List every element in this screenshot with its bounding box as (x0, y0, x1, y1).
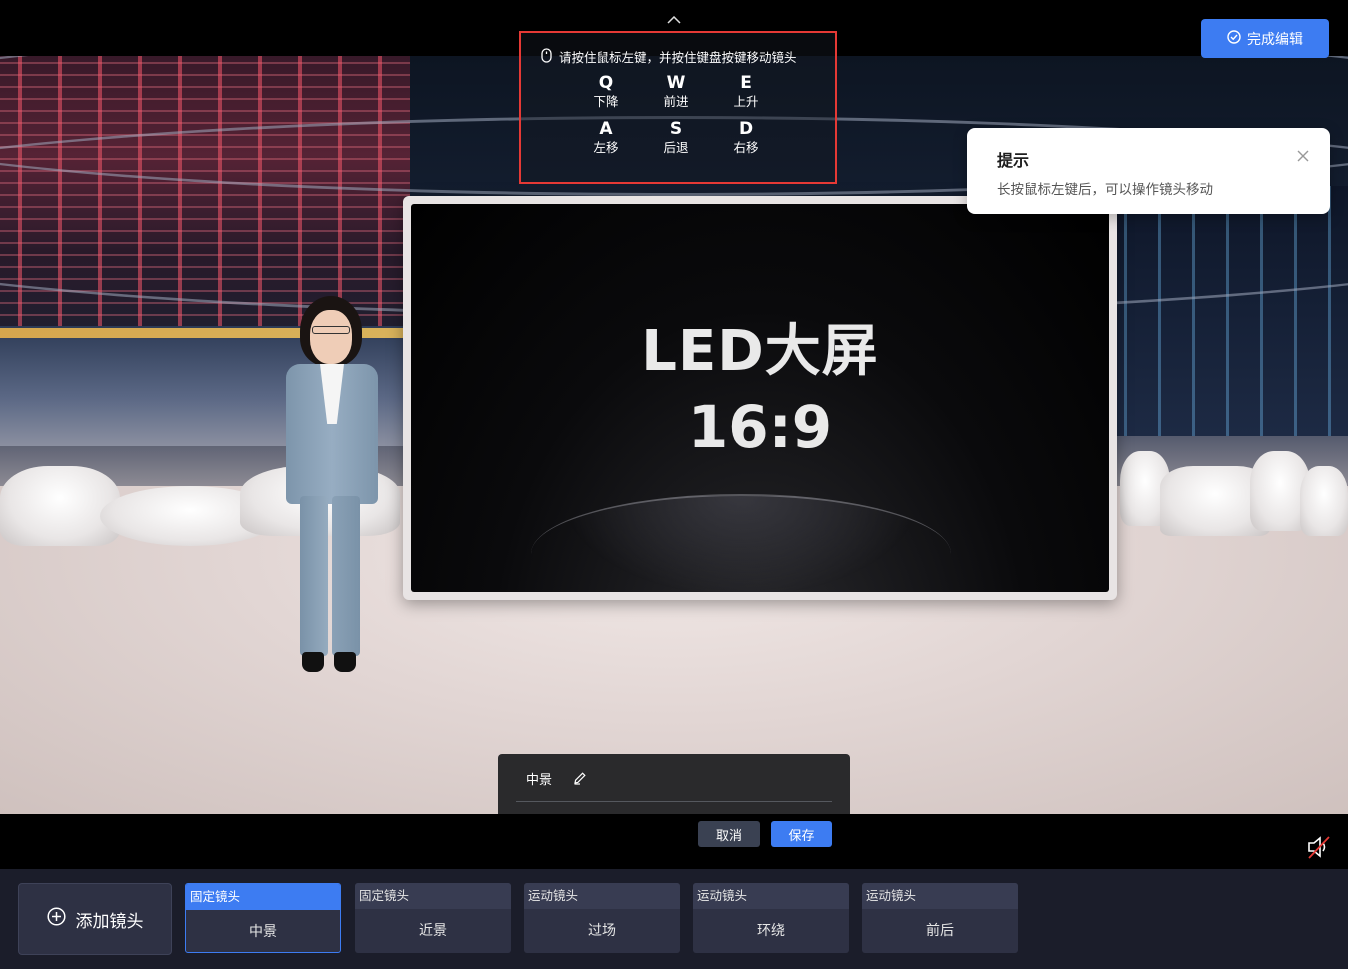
led-screen-arc (531, 494, 951, 592)
camera-card-type: 运动镜头 (524, 883, 680, 909)
chair-right-3 (1300, 466, 1348, 536)
save-button[interactable]: 保存 (771, 821, 832, 847)
tip-toast: 提示 长按鼠标左键后，可以操作镜头移动 (967, 128, 1330, 214)
speaker-muted-icon[interactable] (1305, 834, 1333, 860)
camera-card-orbit[interactable]: 运动镜头 环绕 (693, 883, 849, 953)
camera-card-type: 固定镜头 (186, 884, 340, 910)
key-letter: W (666, 73, 686, 93)
key-d: D 右移 (711, 119, 781, 157)
key-letter: E (740, 73, 752, 93)
camera-card-transition[interactable]: 运动镜头 过场 (524, 883, 680, 953)
camera-name-panel: 中景 (498, 754, 850, 814)
add-camera-button[interactable]: 添加镜头 (18, 883, 172, 955)
toast-message: 长按鼠标左键后，可以操作镜头移动 (997, 182, 1213, 198)
virtual-presenter (270, 296, 400, 686)
key-label: 上升 (733, 94, 759, 109)
camera-card-name: 前后 (926, 923, 954, 939)
camera-card-name: 过场 (588, 923, 616, 939)
plus-circle-icon (46, 907, 66, 931)
close-icon[interactable] (1296, 148, 1310, 162)
mouse-icon (541, 47, 552, 66)
key-grid: Q 下降 W 前进 E 上升 A 左移 S 后退 D 右移 (571, 73, 789, 157)
led-screen-display: LED大屏 16:9 (411, 204, 1109, 592)
cancel-button[interactable]: 取消 (698, 821, 760, 847)
keyboard-guide: 请按住鼠标左键，并按住键盘按键移动镜头 Q 下降 W 前进 E 上升 A 左移 … (519, 31, 837, 184)
guide-hint-text: 请按住鼠标左键，并按住键盘按键移动镜头 (559, 50, 797, 65)
camera-card-type: 固定镜头 (355, 883, 511, 909)
camera-card-close[interactable]: 固定镜头 近景 (355, 883, 511, 953)
key-label: 后退 (663, 140, 689, 155)
camera-card-name: 环绕 (757, 923, 785, 939)
key-label: 前进 (663, 94, 689, 109)
check-circle-icon (1227, 29, 1241, 48)
key-letter: D (738, 119, 754, 139)
lounge-chair-left (0, 466, 120, 546)
key-e: E 上升 (711, 73, 781, 111)
key-q: Q 下降 (571, 73, 641, 111)
key-letter: A (599, 119, 613, 139)
key-w: W 前进 (641, 73, 711, 111)
key-letter: S (669, 119, 683, 139)
key-label: 右移 (733, 140, 759, 155)
camera-bar: 添加镜头 固定镜头 中景 固定镜头 近景 运动镜头 过场 运动镜头 环绕 运动镜… (0, 869, 1348, 969)
add-camera-label: 添加镜头 (75, 911, 144, 932)
guide-hint: 请按住鼠标左键，并按住键盘按键移动镜头 (541, 47, 797, 66)
led-screen-title: LED大屏 (641, 318, 879, 384)
key-s: S 后退 (641, 119, 711, 157)
chevron-up-icon[interactable] (664, 12, 684, 28)
camera-name-underline (516, 801, 832, 802)
camera-card-dolly[interactable]: 运动镜头 前后 (862, 883, 1018, 953)
pencil-icon[interactable] (573, 770, 587, 785)
done-editing-button[interactable]: 完成编辑 (1201, 19, 1329, 58)
led-screen-ratio: 16:9 (687, 392, 833, 461)
camera-card-type: 运动镜头 (862, 883, 1018, 909)
key-a: A 左移 (571, 119, 641, 157)
camera-name: 中景 (526, 773, 553, 788)
toast-title: 提示 (997, 151, 1030, 170)
camera-card-name: 近景 (419, 923, 447, 939)
camera-card-name: 中景 (249, 924, 277, 940)
key-letter: Q (598, 73, 614, 93)
camera-card-mid[interactable]: 固定镜头 中景 (185, 883, 341, 953)
key-label: 左移 (593, 140, 619, 155)
key-label: 下降 (593, 94, 619, 109)
led-screen: LED大屏 16:9 (403, 196, 1117, 600)
done-editing-label: 完成编辑 (1247, 31, 1303, 48)
camera-card-type: 运动镜头 (693, 883, 849, 909)
